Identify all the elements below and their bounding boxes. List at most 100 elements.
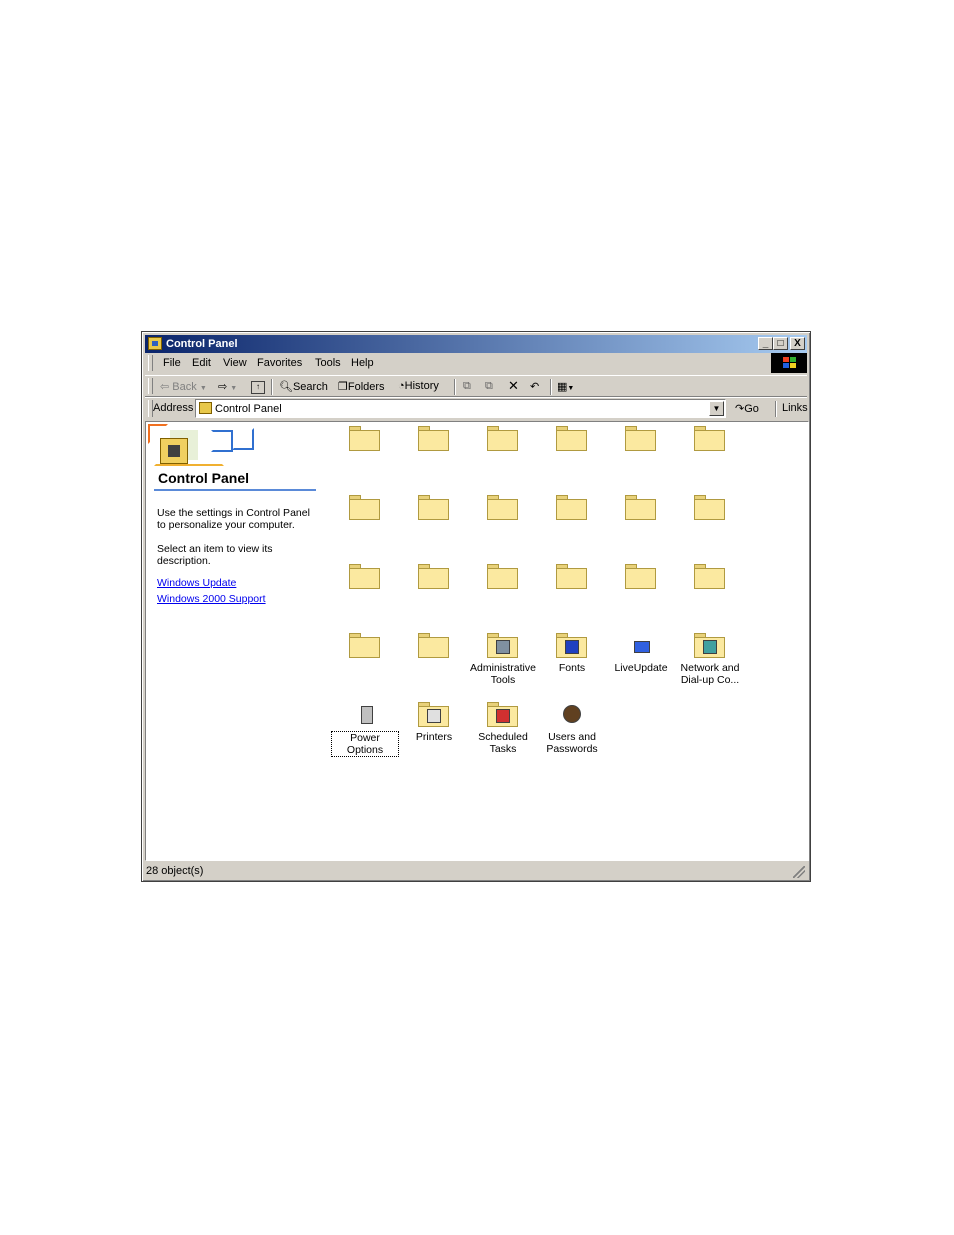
views-icon[interactable]: ▦▼ [557, 380, 574, 393]
status-text: 28 object(s) [146, 865, 204, 877]
folder-icon [418, 424, 450, 452]
copy-to-icon[interactable]: ⧉ [485, 380, 493, 393]
folder-icon [349, 562, 381, 590]
address-input[interactable]: Control Panel ▼ [195, 399, 726, 418]
control-panel-item[interactable] [538, 424, 606, 452]
content-pane: Control Panel Use the settings in Contro… [145, 421, 809, 861]
standard-toolbar: ⇦ Back ▼ ⇨ ▼ ↑ 🔍︎Search ❐Folders ◔Histor… [145, 375, 807, 397]
minimize-button[interactable]: _ [758, 337, 773, 350]
toolbar-separator [775, 401, 777, 417]
administrative-tools-icon [487, 631, 519, 659]
maximize-button[interactable]: □ [773, 337, 788, 350]
control-panel-item[interactable] [469, 424, 537, 452]
scheduled-tasks-icon [487, 700, 519, 728]
folder-icon [625, 424, 657, 452]
folder-icon [556, 562, 588, 590]
panel-description: Use the settings in Control Panel to per… [157, 507, 310, 531]
power-options-icon [349, 700, 381, 728]
window-title: Control Panel [166, 338, 238, 350]
windows-logo-icon [771, 353, 807, 373]
control-panel-item[interactable] [331, 424, 399, 452]
control-panel-item[interactable] [331, 562, 399, 590]
menu-bar: File Edit View Favorites Tools Help [145, 353, 807, 373]
folder-icon [694, 424, 726, 452]
up-folder-icon[interactable]: ↑ [251, 381, 265, 394]
windows-update-link[interactable]: Windows Update [157, 577, 236, 589]
move-to-icon[interactable]: ⧉ [463, 380, 471, 393]
folder-icon [418, 631, 450, 659]
control-panel-item[interactable] [469, 493, 537, 521]
delete-icon[interactable]: ✕ [508, 378, 519, 394]
control-panel-item[interactable]: Scheduled Tasks [469, 700, 537, 755]
toolbar-grip[interactable] [148, 378, 153, 394]
control-panel-icon [199, 402, 212, 414]
menu-grip[interactable] [148, 355, 153, 371]
undo-icon[interactable]: ↶ [530, 380, 539, 393]
back-button[interactable]: ⇦ Back ▼ [160, 380, 207, 393]
address-label: Address [153, 402, 194, 414]
forward-button[interactable]: ⇨ ▼ [218, 380, 237, 393]
panel-title: Control Panel [158, 470, 250, 486]
liveupdate-icon [625, 631, 657, 659]
menu-edit[interactable]: Edit [192, 357, 211, 369]
control-panel-icon [148, 337, 162, 350]
control-panel-item[interactable] [607, 493, 675, 521]
control-panel-item[interactable] [607, 562, 675, 590]
control-panel-item[interactable] [400, 424, 468, 452]
resize-grip-icon[interactable] [793, 866, 805, 878]
control-panel-item[interactable] [331, 493, 399, 521]
control-panel-item[interactable] [331, 631, 399, 659]
search-button[interactable]: 🔍︎Search [279, 380, 328, 393]
item-label: LiveUpdate [614, 662, 668, 674]
users-icon [556, 700, 588, 728]
control-panel-item[interactable] [538, 562, 606, 590]
menu-favorites[interactable]: Favorites [257, 357, 302, 369]
folder-icon [625, 562, 657, 590]
control-panel-item[interactable] [676, 562, 744, 590]
control-panel-item[interactable]: Network and Dial-up Co... [676, 631, 744, 686]
folder-icon [487, 424, 519, 452]
control-panel-item[interactable]: Users and Passwords [538, 700, 606, 755]
chevron-down-icon: ▼ [567, 385, 575, 392]
fonts-icon [556, 631, 588, 659]
folder-icon [625, 493, 657, 521]
control-panel-item[interactable] [400, 493, 468, 521]
windows-2000-support-link[interactable]: Windows 2000 Support [157, 593, 266, 605]
history-button[interactable]: ◔History [398, 380, 439, 392]
control-panel-item[interactable] [676, 493, 744, 521]
control-panel-large-icon [160, 438, 188, 464]
menu-tools[interactable]: Tools [315, 357, 341, 369]
menu-file[interactable]: File [163, 357, 181, 369]
control-panel-item[interactable] [469, 562, 537, 590]
control-panel-item[interactable] [400, 631, 468, 659]
menu-view[interactable]: View [223, 357, 247, 369]
close-button[interactable]: X [790, 337, 805, 350]
address-dropdown-button[interactable]: ▼ [709, 401, 724, 416]
title-bar[interactable]: Control Panel _ □ X [145, 335, 807, 353]
control-panel-item[interactable] [676, 424, 744, 452]
control-panel-item[interactable]: Administrative Tools [469, 631, 537, 686]
links-button[interactable]: Links [782, 402, 808, 414]
control-panel-item[interactable]: Printers [400, 700, 468, 743]
history-icon: ◔ [398, 380, 405, 392]
control-panel-item[interactable] [538, 493, 606, 521]
web-view-panel: Control Panel Use the settings in Contro… [146, 422, 321, 860]
printers-icon [418, 700, 450, 728]
forward-arrow-icon: ⇨ [218, 381, 228, 393]
menu-help[interactable]: Help [351, 357, 374, 369]
folder-icon [349, 493, 381, 521]
folder-icon [418, 493, 450, 521]
folder-icon [556, 493, 588, 521]
control-panel-item[interactable] [607, 424, 675, 452]
toolbar-separator [271, 379, 273, 395]
folders-button[interactable]: ❐Folders [338, 380, 385, 393]
control-panel-item[interactable]: LiveUpdate [607, 631, 675, 674]
control-panel-item[interactable]: Fonts [538, 631, 606, 674]
item-label: Network and Dial-up Co... [680, 662, 740, 686]
control-panel-window: Control Panel _ □ X File Edit View Favorit… [141, 331, 811, 882]
go-button[interactable]: ↷Go [735, 402, 759, 415]
folder-icon [349, 424, 381, 452]
folder-icon [349, 631, 381, 659]
control-panel-item[interactable] [400, 562, 468, 590]
control-panel-item[interactable]: Power Options [331, 700, 399, 757]
